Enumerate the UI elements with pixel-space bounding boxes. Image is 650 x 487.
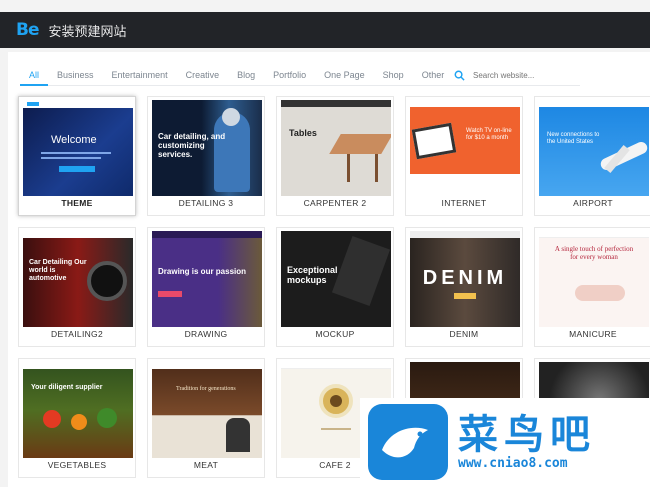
tab-creative[interactable]: Creative <box>177 70 229 80</box>
site-card-detailing2[interactable]: Car Detailing Our world is automotive DE… <box>18 227 136 347</box>
site-label: MANICURE <box>569 329 617 339</box>
site-label: DRAWING <box>184 329 228 339</box>
site-headline: Car Detailing Our world is automotive <box>29 259 87 282</box>
watermark-brand: 菜鸟吧 <box>458 411 596 458</box>
site-thumbnail: Welcome <box>23 100 133 196</box>
search-box[interactable] <box>454 64 583 86</box>
site-label: VEGETABLES <box>47 460 107 470</box>
active-tab-indicator <box>20 84 48 86</box>
app-titlebar: Be 安装预建网站 <box>0 12 650 48</box>
tab-shop[interactable]: Shop <box>374 70 413 80</box>
site-card-manicure[interactable]: A single touch of perfection for every w… <box>534 227 650 347</box>
search-input[interactable] <box>473 70 583 80</box>
tab-entertainment[interactable]: Entertainment <box>103 70 177 80</box>
tab-portfolio[interactable]: Portfolio <box>264 70 315 80</box>
site-label: MEAT <box>193 460 219 470</box>
tab-business[interactable]: Business <box>48 70 103 80</box>
site-card-drawing[interactable]: Drawing is our passion DRAWING <box>147 227 265 347</box>
site-headline: A single touch of perfection for every w… <box>554 245 634 261</box>
tab-other[interactable]: Other <box>413 70 454 80</box>
site-headline: Tradition for generations <box>176 386 236 392</box>
watermark-overlay: 菜鸟吧 www.cniao8.com <box>360 398 650 487</box>
site-thumbnail: Exceptional mockups <box>281 231 391 327</box>
bird-logo-icon <box>368 404 448 480</box>
be-logo: Be <box>16 20 39 40</box>
tab-one-page[interactable]: One Page <box>315 70 374 80</box>
site-label: INTERNET <box>441 198 487 208</box>
search-icon <box>454 70 465 81</box>
site-label: DETAILING 3 <box>178 198 234 208</box>
site-thumbnail: A single touch of perfection for every w… <box>539 231 649 327</box>
site-label: MOCKUP <box>315 329 355 339</box>
site-headline: Exceptional mockups <box>287 265 338 285</box>
site-card-theme[interactable]: Welcome THEME <box>18 96 136 216</box>
site-thumbnail: Watch TV on-line for $10 a month <box>410 100 520 196</box>
site-label: CARPENTER 2 <box>303 198 367 208</box>
tab-all[interactable]: All <box>20 70 48 80</box>
site-headline: New connections to the United States <box>547 132 600 145</box>
site-card-meat[interactable]: Tradition for generations MEAT <box>147 358 265 478</box>
site-label: AIRPORT <box>573 198 613 208</box>
site-headline: Your diligent supplier <box>31 384 103 391</box>
site-label: THEME <box>61 198 93 208</box>
site-card-vegetables[interactable]: Your diligent supplier VEGETABLES <box>18 358 136 478</box>
site-headline: Watch TV on-line for $10 a month <box>466 128 512 141</box>
site-label: DENIM <box>449 329 479 339</box>
site-thumbnail: Your diligent supplier <box>23 362 133 458</box>
site-card-denim[interactable]: DENIM DENIM <box>405 227 523 347</box>
app-title: 安装预建网站 <box>48 24 127 40</box>
site-thumbnail: Tradition for generations <box>152 362 262 458</box>
site-thumbnail: Drawing is our passion <box>152 231 262 327</box>
site-thumbnail: Car Detailing Our world is automotive <box>23 231 133 327</box>
site-thumbnail: New connections to the United States <box>539 100 649 196</box>
site-headline: Welcome <box>51 134 97 146</box>
site-thumbnail: Tables <box>281 100 391 196</box>
watermark-url: www.cniao8.com <box>458 456 568 471</box>
site-headline: Tables <box>289 128 317 138</box>
site-headline: Drawing is our passion <box>158 267 247 276</box>
site-card-carpenter-2[interactable]: Tables CARPENTER 2 <box>276 96 394 216</box>
tab-blog[interactable]: Blog <box>228 70 264 80</box>
site-headline: DENIM <box>422 267 508 289</box>
site-thumbnail: DENIM <box>410 231 520 327</box>
category-tabs: All Business Entertainment Creative Blog… <box>20 64 453 86</box>
site-card-detailing-3[interactable]: Car detailing, and customizing services.… <box>147 96 265 216</box>
site-label: DETAILING2 <box>51 329 103 339</box>
site-headline: Car detailing, and customizing services. <box>158 132 226 159</box>
site-card-internet[interactable]: Watch TV on-line for $10 a month INTERNE… <box>405 96 523 216</box>
site-thumbnail: Car detailing, and customizing services. <box>152 100 262 196</box>
site-card-airport[interactable]: New connections to the United States AIR… <box>534 96 650 216</box>
site-card-mockup[interactable]: Exceptional mockups MOCKUP <box>276 227 394 347</box>
